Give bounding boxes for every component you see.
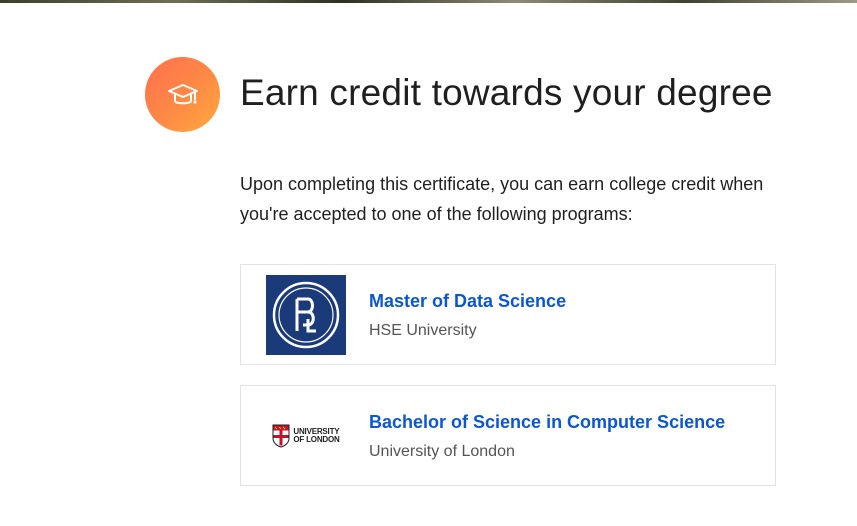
university-of-london-logo: UNIVERSITY OF LONDON <box>266 396 346 476</box>
uol-crest-icon <box>272 424 290 448</box>
program-card-uol[interactable]: UNIVERSITY OF LONDON Bachelor of Science… <box>240 385 776 486</box>
intro-text: Upon completing this certificate, you ca… <box>240 174 764 224</box>
program-card-hse[interactable]: Master of Data Science HSE University <box>240 264 776 365</box>
degree-badge <box>145 57 220 132</box>
page: Earn credit towards your degree Upon com… <box>0 0 857 526</box>
uol-wordmark-line-2: OF LONDON <box>293 435 340 444</box>
graduation-cap-icon <box>167 83 198 104</box>
program-school: University of London <box>369 443 515 460</box>
program-title-link[interactable]: Bachelor of Science in Computer Science <box>369 412 725 433</box>
uol-wordmark: UNIVERSITY OF LONDON <box>293 428 339 444</box>
top-image-strip <box>0 0 857 3</box>
page-title: Earn credit towards your degree <box>240 72 773 113</box>
hse-university-logo <box>266 275 346 355</box>
program-title-link[interactable]: Master of Data Science <box>369 291 566 312</box>
program-school: HSE University <box>369 322 477 339</box>
